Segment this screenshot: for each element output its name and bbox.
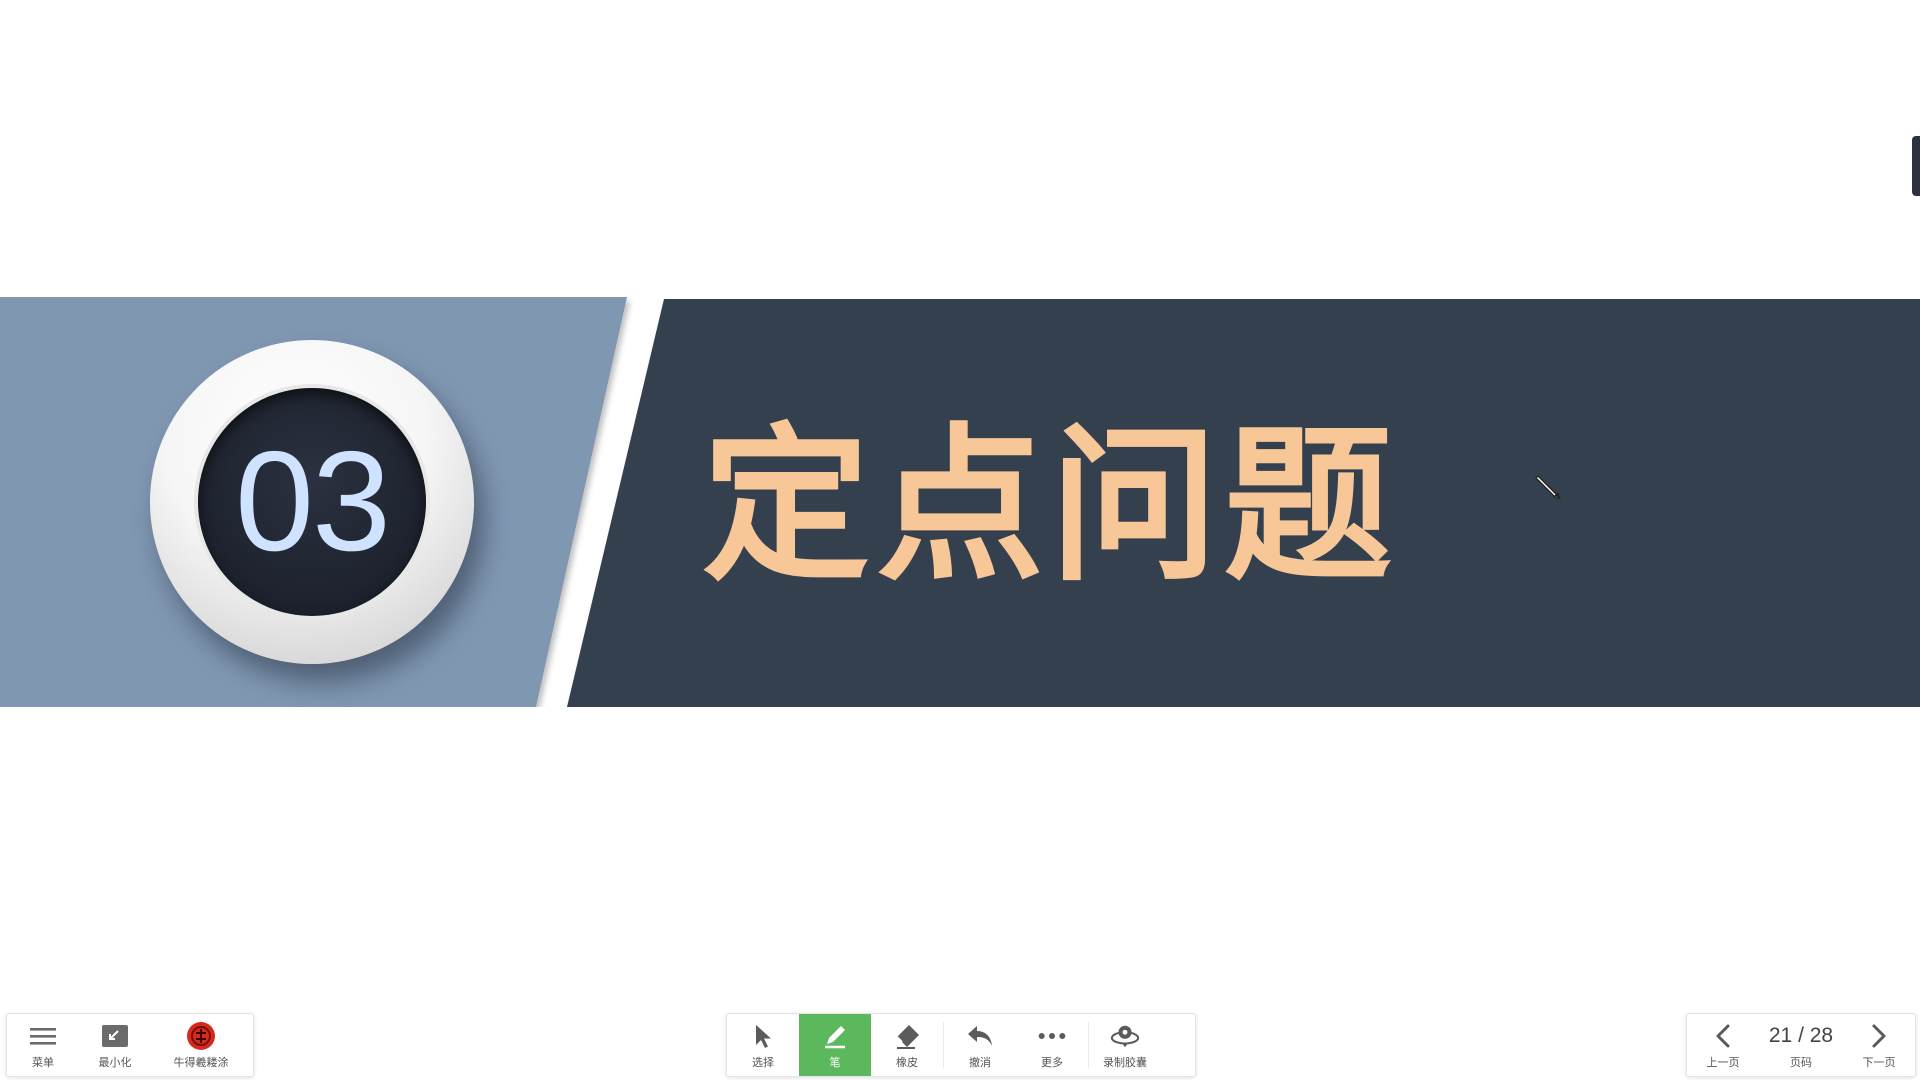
eraser-label: 橡皮 [896,1056,918,1069]
section-number: 03 [235,422,391,581]
page-label: 页码 [1790,1056,1812,1069]
section-number-badge: 03 [150,340,474,664]
pen-label: 笔 [829,1056,841,1069]
badge-inner-circle: 03 [198,388,426,616]
pen-cursor-icon [1534,472,1564,502]
record-capsule-label: 录制胶囊 [1103,1056,1147,1069]
select-label: 选择 [752,1056,774,1069]
more-dots-icon [1037,1022,1067,1050]
next-page-button[interactable]: 下一页 [1843,1014,1915,1076]
side-panel-handle[interactable] [1912,136,1920,196]
page-number: 21 / 28 [1768,1024,1834,1047]
app-label: 牛得羲耧涂 [173,1056,229,1069]
minimize-button[interactable]: 最小化 [79,1014,151,1076]
minimize-icon [100,1022,130,1050]
undo-icon [965,1022,995,1050]
prev-page-button[interactable]: 上一页 [1687,1014,1759,1076]
pen-icon [820,1022,850,1050]
menu-label: 菜单 [32,1056,54,1069]
next-page-label: 下一页 [1862,1056,1896,1069]
slide-title: 定点问题 [702,406,1398,604]
eraser-tool-button[interactable]: 橡皮 [871,1014,943,1076]
minimize-label: 最小化 [98,1056,132,1069]
cursor-arrow-icon [748,1022,778,1050]
more-button[interactable]: 更多 [1016,1014,1088,1076]
record-capsule-button[interactable]: 录制胶囊 [1089,1014,1161,1076]
undo-button[interactable]: 撤消 [944,1014,1016,1076]
hamburger-icon [28,1022,58,1050]
menu-button[interactable]: 菜单 [7,1014,79,1076]
pen-tool-button[interactable]: 笔 [799,1014,871,1076]
presentation-stage: 03 定点问题 菜单 最小化 牛得羲耧涂 选择 笔 橡皮 撤消 更多 录制胶囊 … [0,0,1920,1080]
toolbar-right-group: 上一页 21 / 28 页码 下一页 [1686,1013,1916,1077]
chevron-left-icon [1708,1022,1738,1050]
page-indicator[interactable]: 21 / 28 页码 [1759,1014,1843,1076]
undo-label: 撤消 [969,1056,991,1069]
eraser-icon [892,1022,922,1050]
red-app-icon [186,1022,216,1050]
record-capsule-icon [1110,1022,1140,1050]
app-button[interactable]: 牛得羲耧涂 [151,1014,251,1076]
select-tool-button[interactable]: 选择 [727,1014,799,1076]
toolbar-left-group: 菜单 最小化 牛得羲耧涂 [6,1013,254,1077]
chevron-right-icon [1864,1022,1894,1050]
prev-page-label: 上一页 [1706,1056,1740,1069]
toolbar-center-group: 选择 笔 橡皮 撤消 更多 录制胶囊 [726,1013,1196,1077]
more-label: 更多 [1041,1056,1063,1069]
